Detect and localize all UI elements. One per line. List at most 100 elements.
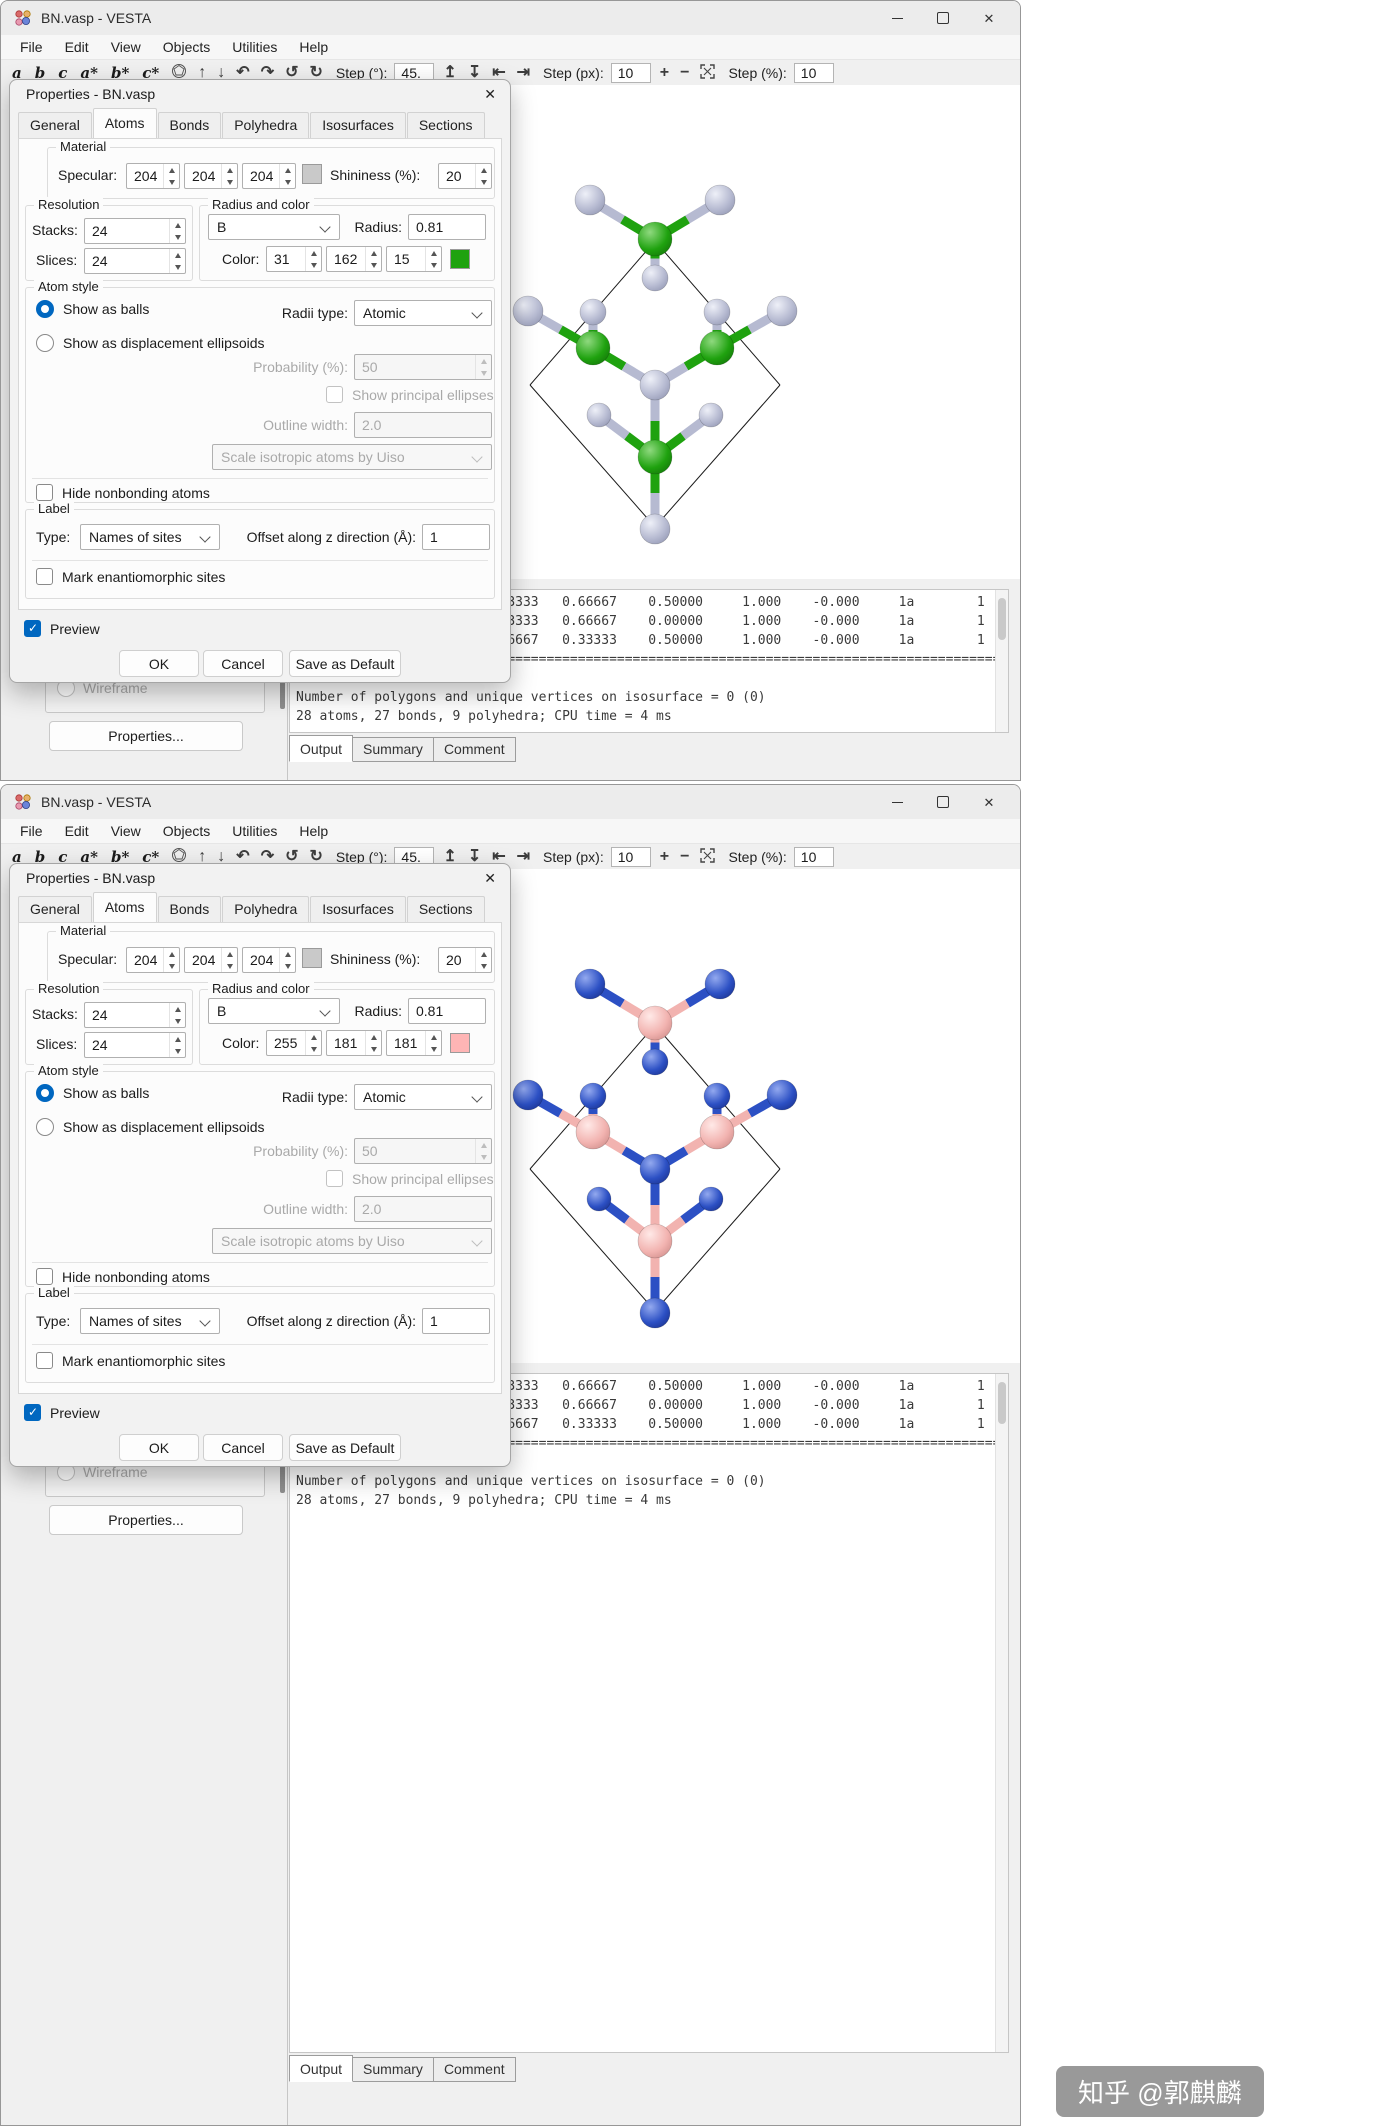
atom-ball-N[interactable] — [574, 968, 606, 1000]
atom-ball-N[interactable] — [703, 1082, 731, 1110]
offset-z-input[interactable]: 1 — [422, 524, 490, 550]
ok-button[interactable]: OK — [119, 650, 199, 677]
step-pct-input[interactable]: 10 — [793, 63, 834, 83]
atom-ball-N[interactable] — [639, 369, 671, 401]
specular-r-stepper[interactable]: 204 — [126, 163, 180, 189]
spin-down-icon[interactable] — [280, 176, 295, 188]
tab-isosurfaces[interactable]: Isosurfaces — [310, 112, 406, 138]
spin-down-icon[interactable] — [164, 176, 179, 188]
spin-up-icon[interactable] — [366, 247, 381, 259]
show-as-ellipsoids-radio[interactable] — [36, 1118, 54, 1136]
element-select[interactable]: B — [208, 214, 340, 240]
spin-up-icon[interactable] — [280, 948, 295, 960]
tab-polyhedra[interactable]: Polyhedra — [222, 112, 310, 138]
console-tab-summary[interactable]: Summary — [353, 737, 434, 762]
spin-up-icon[interactable] — [164, 164, 179, 176]
cancel-button[interactable]: Cancel — [203, 1434, 283, 1461]
maximize-button[interactable] — [920, 1, 966, 35]
menu-file[interactable]: File — [9, 37, 54, 57]
console-tab-output[interactable]: Output — [289, 735, 354, 762]
tab-bonds[interactable]: Bonds — [157, 112, 222, 138]
menu-edit[interactable]: Edit — [54, 821, 100, 841]
atom-ball-B[interactable] — [637, 1005, 673, 1041]
spin-down-icon[interactable] — [366, 1043, 381, 1055]
menu-objects[interactable]: Objects — [152, 821, 221, 841]
specular-color-swatch[interactable] — [302, 948, 322, 968]
tab-atoms[interactable]: Atoms — [92, 108, 157, 138]
preview-checkbox[interactable] — [24, 1404, 41, 1421]
spin-up-icon[interactable] — [170, 1003, 185, 1015]
hide-nonbonding-checkbox[interactable] — [36, 1268, 53, 1285]
hide-nonbonding-checkbox[interactable] — [36, 484, 53, 501]
atom-ball-N[interactable] — [641, 264, 669, 292]
menu-help[interactable]: Help — [288, 821, 339, 841]
atom-ball-N[interactable] — [639, 513, 671, 545]
spin-up-icon[interactable] — [426, 247, 441, 259]
color-g-stepper[interactable]: 162 — [326, 246, 382, 272]
properties-button[interactable]: Properties... — [49, 721, 243, 751]
tab-general[interactable]: General — [18, 896, 92, 922]
spin-down-icon[interactable] — [306, 1043, 321, 1055]
mark-enantiomorphic-checkbox[interactable] — [36, 1352, 53, 1369]
dialog-close-button[interactable]: ✕ — [484, 86, 496, 103]
stacks-stepper[interactable]: 24 — [84, 1002, 186, 1028]
spin-down-icon[interactable] — [306, 259, 321, 271]
color-r-stepper[interactable]: 255 — [266, 1030, 322, 1056]
radii-type-select[interactable]: Atomic — [354, 300, 492, 326]
atom-ball-N[interactable] — [512, 295, 544, 327]
step-px-input[interactable]: 10 — [610, 847, 651, 867]
menu-view[interactable]: View — [100, 37, 152, 57]
menu-view[interactable]: View — [100, 821, 152, 841]
tab-sections[interactable]: Sections — [406, 112, 485, 138]
spin-up-icon[interactable] — [280, 164, 295, 176]
zoom-in-icon[interactable]: + — [658, 849, 671, 865]
step-px-input[interactable]: 10 — [610, 63, 651, 83]
tab-general[interactable]: General — [18, 112, 92, 138]
atom-ball-N[interactable] — [512, 1079, 544, 1111]
menu-utilities[interactable]: Utilities — [221, 37, 288, 57]
console-scrollbar-thumb[interactable] — [998, 1382, 1006, 1424]
shininess-stepper[interactable]: 20 — [438, 947, 492, 973]
tab-sections[interactable]: Sections — [406, 896, 485, 922]
spin-up-icon[interactable] — [222, 948, 237, 960]
color-g-stepper[interactable]: 181 — [326, 1030, 382, 1056]
console-output[interactable]: 0.00000 0.00000 0.00000 1.000 -0.000 1a … — [289, 1373, 1009, 2053]
element-color-swatch[interactable] — [450, 1033, 470, 1053]
atom-ball-N[interactable] — [698, 402, 724, 428]
color-r-stepper[interactable]: 31 — [266, 246, 322, 272]
atom-ball-N[interactable] — [579, 298, 607, 326]
console-tab-summary[interactable]: Summary — [353, 2057, 434, 2082]
spin-down-icon[interactable] — [164, 960, 179, 972]
specular-g-stepper[interactable]: 204 — [184, 947, 238, 973]
atom-ball-B[interactable] — [637, 221, 673, 257]
spin-up-icon[interactable] — [170, 249, 185, 261]
atom-ball-N[interactable] — [574, 184, 606, 216]
specular-b-stepper[interactable]: 204 — [242, 947, 296, 973]
atom-ball-N[interactable] — [639, 1153, 671, 1185]
maximize-button[interactable] — [920, 785, 966, 819]
menu-file[interactable]: File — [9, 821, 54, 841]
menu-edit[interactable]: Edit — [54, 37, 100, 57]
atom-ball-N[interactable] — [698, 1186, 724, 1212]
console-scrollbar-thumb[interactable] — [998, 598, 1006, 640]
tab-polyhedra[interactable]: Polyhedra — [222, 896, 310, 922]
console-tab-output[interactable]: Output — [289, 2055, 354, 2082]
spin-down-icon[interactable] — [426, 1043, 441, 1055]
spin-down-icon[interactable] — [222, 960, 237, 972]
atom-ball-N[interactable] — [704, 184, 736, 216]
atom-ball-N[interactable] — [703, 298, 731, 326]
atom-ball-B[interactable] — [575, 1114, 611, 1150]
spin-down-icon[interactable] — [426, 259, 441, 271]
spin-up-icon[interactable] — [164, 948, 179, 960]
label-type-select[interactable]: Names of sites — [80, 1308, 220, 1334]
spin-down-icon[interactable] — [476, 176, 491, 188]
mark-enantiomorphic-checkbox[interactable] — [36, 568, 53, 585]
atom-ball-N[interactable] — [766, 1079, 798, 1111]
spin-down-icon[interactable] — [170, 231, 185, 243]
properties-button[interactable]: Properties... — [49, 1505, 243, 1535]
spin-down-icon[interactable] — [170, 1045, 185, 1057]
fit-to-screen-icon[interactable] — [698, 847, 717, 867]
minimize-button[interactable] — [874, 1, 920, 35]
spin-down-icon[interactable] — [170, 261, 185, 273]
label-type-select[interactable]: Names of sites — [80, 524, 220, 550]
